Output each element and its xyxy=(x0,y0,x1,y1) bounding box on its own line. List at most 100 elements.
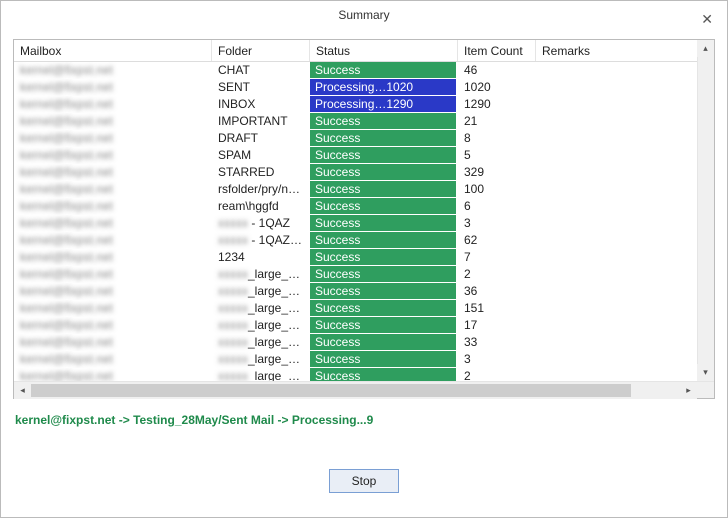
col-remarks[interactable]: Remarks xyxy=(536,40,674,61)
cell-folder: STARRED xyxy=(212,164,310,181)
button-row: Stop xyxy=(1,469,727,493)
cell-status: Success xyxy=(310,232,458,249)
col-status[interactable]: Status xyxy=(310,40,458,61)
table-row[interactable]: kernel@fixpst.netxxxxx_large_d…Success33 xyxy=(14,334,697,351)
window-title: Summary xyxy=(338,8,389,22)
cell-folder: ream\hggfd xyxy=(212,198,310,215)
cell-mailbox: kernel@fixpst.net xyxy=(14,96,212,113)
table-row[interactable]: kernel@fixpst.netIMPORTANTSuccess21 xyxy=(14,113,697,130)
cell-remarks xyxy=(536,300,674,317)
cell-status: Success xyxy=(310,147,458,164)
hscroll-thumb[interactable] xyxy=(31,384,631,397)
table-row[interactable]: kernel@fixpst.netSPAMSuccess5 xyxy=(14,147,697,164)
status-badge: Success xyxy=(310,334,456,350)
cell-mailbox: kernel@fixpst.net xyxy=(14,368,212,381)
cell-item-count: 8 xyxy=(458,130,536,147)
col-mailbox[interactable]: Mailbox xyxy=(14,40,212,61)
cell-item-count: 329 xyxy=(458,164,536,181)
cell-item-count: 17 xyxy=(458,317,536,334)
cell-folder: SENT xyxy=(212,79,310,96)
table-row[interactable]: kernel@fixpst.netream\hggfdSuccess6 xyxy=(14,198,697,215)
cell-remarks xyxy=(536,198,674,215)
status-badge: Success xyxy=(310,62,456,78)
table-row[interactable]: kernel@fixpst.netxxxxx_large_d…Success2 xyxy=(14,266,697,283)
cell-mailbox: kernel@fixpst.net xyxy=(14,283,212,300)
horizontal-scrollbar[interactable]: ◂ ▸ xyxy=(14,381,714,398)
cell-remarks xyxy=(536,147,674,164)
table-row[interactable]: kernel@fixpst.netDRAFTSuccess8 xyxy=(14,130,697,147)
cell-mailbox: kernel@fixpst.net xyxy=(14,334,212,351)
cell-status: Success xyxy=(310,198,458,215)
cell-status: Success xyxy=(310,283,458,300)
col-itemcount[interactable]: Item Count xyxy=(458,40,536,61)
cell-remarks xyxy=(536,368,674,381)
table-row[interactable]: kernel@fixpst.netCHATSuccess46 xyxy=(14,62,697,79)
cell-folder: xxxxx_large_d… xyxy=(212,351,310,368)
cell-folder: xxxxx_large_d… xyxy=(212,266,310,283)
cell-item-count: 36 xyxy=(458,283,536,300)
status-badge: Success xyxy=(310,113,456,129)
stop-button[interactable]: Stop xyxy=(329,469,399,493)
status-badge: Success xyxy=(310,232,456,248)
table-row[interactable]: kernel@fixpst.netxxxxx_large_d…Success2 xyxy=(14,368,697,381)
scroll-left-icon[interactable]: ◂ xyxy=(14,382,31,399)
table-row[interactable]: kernel@fixpst.netxxxxx - 1QAZSuccess3 xyxy=(14,215,697,232)
close-icon[interactable]: ✕ xyxy=(695,5,719,33)
cell-item-count: 1020 xyxy=(458,79,536,96)
cell-item-count: 62 xyxy=(458,232,536,249)
table-row[interactable]: kernel@fixpst.netxxxxx - 1QAZ/I…Success6… xyxy=(14,232,697,249)
status-badge: Success xyxy=(310,147,456,163)
status-badge: Success xyxy=(310,317,456,333)
status-badge: Success xyxy=(310,130,456,146)
cell-remarks xyxy=(536,96,674,113)
cell-item-count: 21 xyxy=(458,113,536,130)
cell-folder: DRAFT xyxy=(212,130,310,147)
cell-remarks xyxy=(536,79,674,96)
cell-item-count: 3 xyxy=(458,215,536,232)
table-row[interactable]: kernel@fixpst.netxxxxx_large_d…Success17 xyxy=(14,317,697,334)
cell-mailbox: kernel@fixpst.net xyxy=(14,266,212,283)
scroll-right-icon[interactable]: ▸ xyxy=(680,382,697,399)
cell-folder: xxxxx_large_d… xyxy=(212,283,310,300)
cell-status: Success xyxy=(310,181,458,198)
table-row[interactable]: kernel@fixpst.netxxxxx_large_d…Success3 xyxy=(14,351,697,368)
vertical-scrollbar[interactable]: ▴ ▾ xyxy=(697,40,714,381)
cell-status: Success xyxy=(310,300,458,317)
cell-folder: IMPORTANT xyxy=(212,113,310,130)
status-badge: Success xyxy=(310,300,456,316)
status-badge: Success xyxy=(310,283,456,299)
hscroll-track[interactable] xyxy=(31,382,680,399)
status-badge: Success xyxy=(310,351,456,367)
cell-status: Success xyxy=(310,317,458,334)
cell-remarks xyxy=(536,317,674,334)
cell-remarks xyxy=(536,232,674,249)
cell-status: Processing…1020 xyxy=(310,79,458,96)
col-folder[interactable]: Folder xyxy=(212,40,310,61)
status-badge: Processing…1020 xyxy=(310,79,456,95)
table-row[interactable]: kernel@fixpst.netrsfolder/pry/ne…Success… xyxy=(14,181,697,198)
table-row[interactable]: kernel@fixpst.netINBOXProcessing…1290129… xyxy=(14,96,697,113)
status-badge: Success xyxy=(310,164,456,180)
cell-mailbox: kernel@fixpst.net xyxy=(14,317,212,334)
cell-remarks xyxy=(536,181,674,198)
cell-status: Success xyxy=(310,249,458,266)
cell-mailbox: kernel@fixpst.net xyxy=(14,300,212,317)
cell-mailbox: kernel@fixpst.net xyxy=(14,164,212,181)
cell-folder: rsfolder/pry/ne… xyxy=(212,181,310,198)
scroll-down-icon[interactable]: ▾ xyxy=(697,364,714,381)
cell-remarks xyxy=(536,113,674,130)
status-badge: Success xyxy=(310,266,456,282)
cell-mailbox: kernel@fixpst.net xyxy=(14,113,212,130)
cell-mailbox: kernel@fixpst.net xyxy=(14,181,212,198)
cell-mailbox: kernel@fixpst.net xyxy=(14,232,212,249)
summary-table: Mailbox Folder Status Item Count Remarks… xyxy=(13,39,715,399)
cell-status: Success xyxy=(310,266,458,283)
cell-status: Success xyxy=(310,62,458,79)
table-row[interactable]: kernel@fixpst.netSENTProcessing…10201020 xyxy=(14,79,697,96)
scroll-up-icon[interactable]: ▴ xyxy=(697,40,714,57)
table-row[interactable]: kernel@fixpst.netSTARREDSuccess329 xyxy=(14,164,697,181)
table-row[interactable]: kernel@fixpst.net1234Success7 xyxy=(14,249,697,266)
table-row[interactable]: kernel@fixpst.netxxxxx_large_d…Success36 xyxy=(14,283,697,300)
cell-item-count: 151 xyxy=(458,300,536,317)
table-row[interactable]: kernel@fixpst.netxxxxx_large_d…Success15… xyxy=(14,300,697,317)
